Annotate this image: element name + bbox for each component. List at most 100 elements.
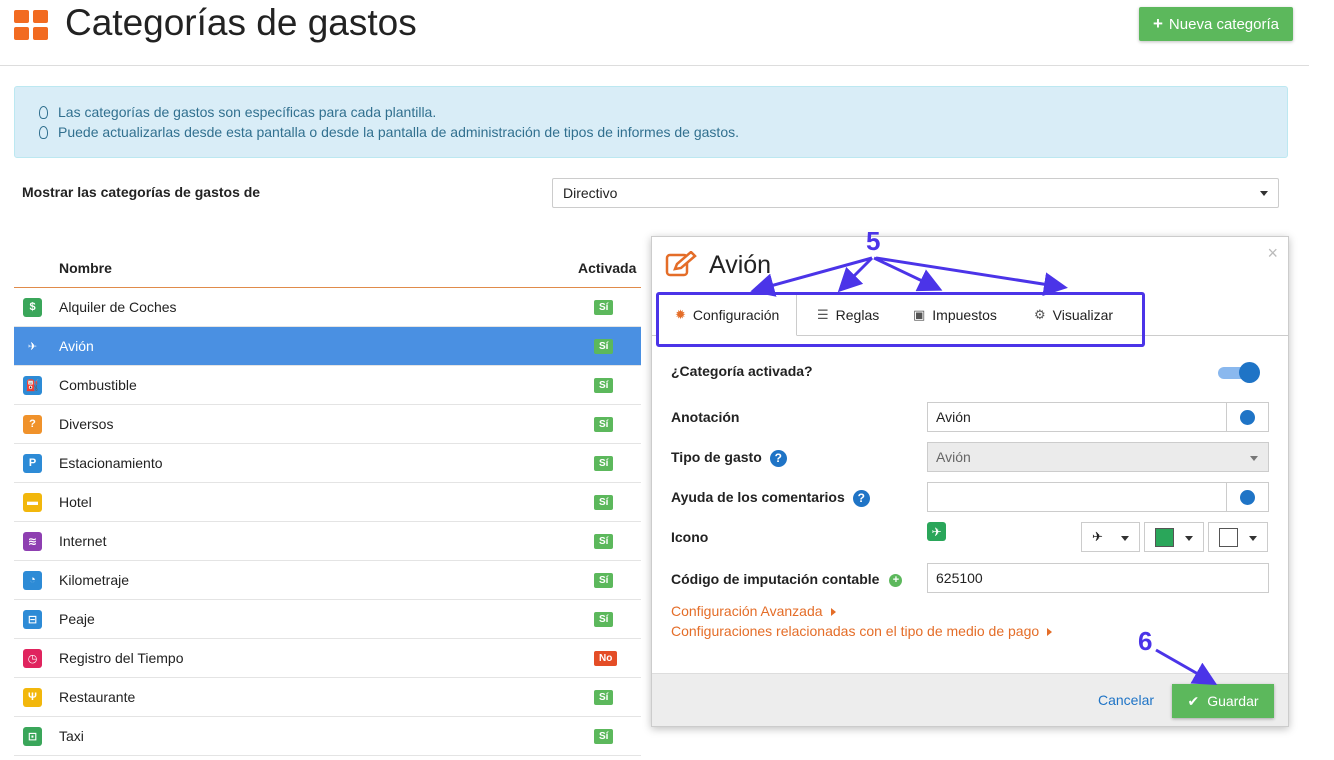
close-icon[interactable]: × (1267, 243, 1278, 264)
check-icon: ✔ (1187, 692, 1200, 709)
taxi-icon: ⊡ (23, 726, 42, 746)
list-item[interactable]: ? Diversos Sí (14, 405, 641, 444)
filter-label: Mostrar las categorías de gastos de (22, 184, 261, 200)
plane-icon-preview: ✈ (927, 522, 946, 541)
car-rental-icon: $ (23, 297, 42, 317)
toll-icon: ⊟ (23, 609, 42, 629)
category-edit-panel: × Avión ✹ Configuración ☰ Reglas ▣ Impue… (651, 236, 1289, 727)
question-icon: ? (23, 414, 42, 434)
list-item[interactable]: ◔ Kilometraje Sí (14, 561, 641, 600)
expense-type-select: Avión (927, 442, 1269, 472)
lightbulb-icon (39, 125, 48, 139)
icon-label: Icono (671, 529, 709, 545)
category-name: Kilometraje (59, 572, 130, 588)
column-header-active[interactable]: Activada (578, 260, 636, 276)
status-badge: Sí (594, 494, 614, 510)
active-toggle[interactable] (1218, 362, 1260, 383)
category-name: Alquiler de Coches (59, 299, 177, 315)
status-badge: No (594, 650, 618, 666)
annotation-marker-5: 5 (866, 226, 881, 256)
status-badge: Sí (594, 455, 614, 471)
status-badge: Sí (594, 689, 614, 705)
active-label: ¿Categoría activada? (671, 363, 813, 379)
divider (0, 65, 1309, 66)
info-text: Puede actualizarlas desde esta pantalla … (58, 124, 739, 140)
list-item[interactable]: $ Alquiler de Coches Sí (14, 288, 641, 327)
help-icon[interactable]: ? (769, 449, 787, 467)
translate-button[interactable] (1226, 402, 1269, 432)
plane-icon: ✈ (1092, 529, 1103, 544)
category-name: Registro del Tiempo (59, 650, 184, 666)
category-name: Peaje (59, 611, 95, 627)
payment-config-link[interactable]: Configuraciones relacionadas con el tipo… (671, 623, 1053, 639)
plus-circle-icon[interactable]: + (889, 573, 903, 587)
parking-icon: P (23, 453, 42, 473)
comment-help-input[interactable] (927, 482, 1227, 512)
category-name: Avión (59, 338, 94, 354)
status-badge: Sí (594, 338, 614, 354)
help-icon[interactable]: ? (852, 489, 870, 507)
new-category-button[interactable]: + Nueva categoría (1139, 7, 1293, 41)
color-swatch (1155, 527, 1174, 547)
icon-color-picker[interactable] (1144, 522, 1204, 552)
app-logo-icon (14, 10, 48, 40)
category-name: Diversos (59, 416, 114, 432)
annotation-marker-6: 6 (1138, 626, 1153, 656)
advanced-config-link[interactable]: Configuración Avanzada (671, 603, 836, 619)
save-button[interactable]: ✔ Guardar (1172, 684, 1274, 718)
accounting-code-label: Código de imputación contable + (671, 571, 903, 587)
chevron-down-icon (1260, 191, 1268, 196)
globe-icon (1240, 489, 1255, 505)
bed-icon: ▬ (23, 492, 42, 512)
category-name: Hotel (59, 494, 92, 510)
background-color-picker[interactable] (1208, 522, 1268, 552)
fuel-icon: ⛽ (23, 375, 42, 395)
info-text: Las categorías de gastos son específicas… (58, 104, 437, 120)
category-name: Estacionamiento (59, 455, 163, 471)
list-item[interactable]: P Estacionamiento Sí (14, 444, 641, 483)
list-item[interactable]: ⊟ Peaje Sí (14, 600, 641, 639)
annotation-input[interactable]: Avión (927, 402, 1227, 432)
color-swatch (1219, 527, 1238, 547)
stopwatch-icon: ◷ (23, 648, 42, 668)
expense-type-label: Tipo de gasto? (671, 449, 787, 467)
globe-icon (1240, 409, 1255, 425)
list-item[interactable]: ◷ Registro del Tiempo No (14, 639, 641, 678)
cutlery-icon: Ψ (23, 687, 42, 707)
info-alert: Las categorías de gastos son específicas… (14, 86, 1288, 158)
status-badge: Sí (594, 416, 614, 432)
cancel-button[interactable]: Cancelar (1098, 692, 1154, 708)
plane-icon: ✈ (27, 340, 38, 353)
translate-button[interactable] (1226, 482, 1269, 512)
list-item[interactable]: ⊡ Taxi Sí (14, 717, 641, 756)
list-item[interactable]: ▬ Hotel Sí (14, 483, 641, 522)
list-item[interactable]: ✈ Avión Sí (14, 327, 641, 366)
caret-right-icon (830, 608, 836, 616)
status-badge: Sí (594, 377, 614, 393)
comment-help-label: Ayuda de los comentarios? (671, 489, 870, 507)
chevron-down-icon (1249, 536, 1257, 541)
chevron-down-icon (1250, 456, 1258, 461)
status-badge: Sí (594, 728, 614, 744)
tabs-highlight-box (656, 292, 1145, 347)
panel-title: Avión (709, 251, 772, 279)
status-badge: Sí (594, 572, 614, 588)
list-item[interactable]: ⛽ Combustible Sí (14, 366, 641, 405)
column-header-name[interactable]: Nombre (59, 260, 112, 276)
list-item[interactable]: Ψ Restaurante Sí (14, 678, 641, 717)
status-badge: Sí (594, 299, 614, 315)
annotation-label: Anotación (671, 409, 740, 425)
status-badge: Sí (594, 611, 614, 627)
status-badge: Sí (594, 533, 614, 549)
category-name: Combustible (59, 377, 137, 393)
template-select[interactable]: Directivo (552, 178, 1279, 208)
list-item[interactable]: ≋ Internet Sí (14, 522, 641, 561)
edit-icon (665, 251, 697, 277)
category-name: Internet (59, 533, 107, 549)
page-title: Categorías de gastos (65, 2, 417, 43)
accounting-code-input[interactable]: 625100 (927, 563, 1269, 593)
panel-footer: Cancelar ✔ Guardar (652, 673, 1288, 726)
icon-picker[interactable]: ✈ (1081, 522, 1140, 552)
caret-right-icon (1047, 628, 1053, 636)
gauge-icon: ◔ (23, 570, 42, 590)
